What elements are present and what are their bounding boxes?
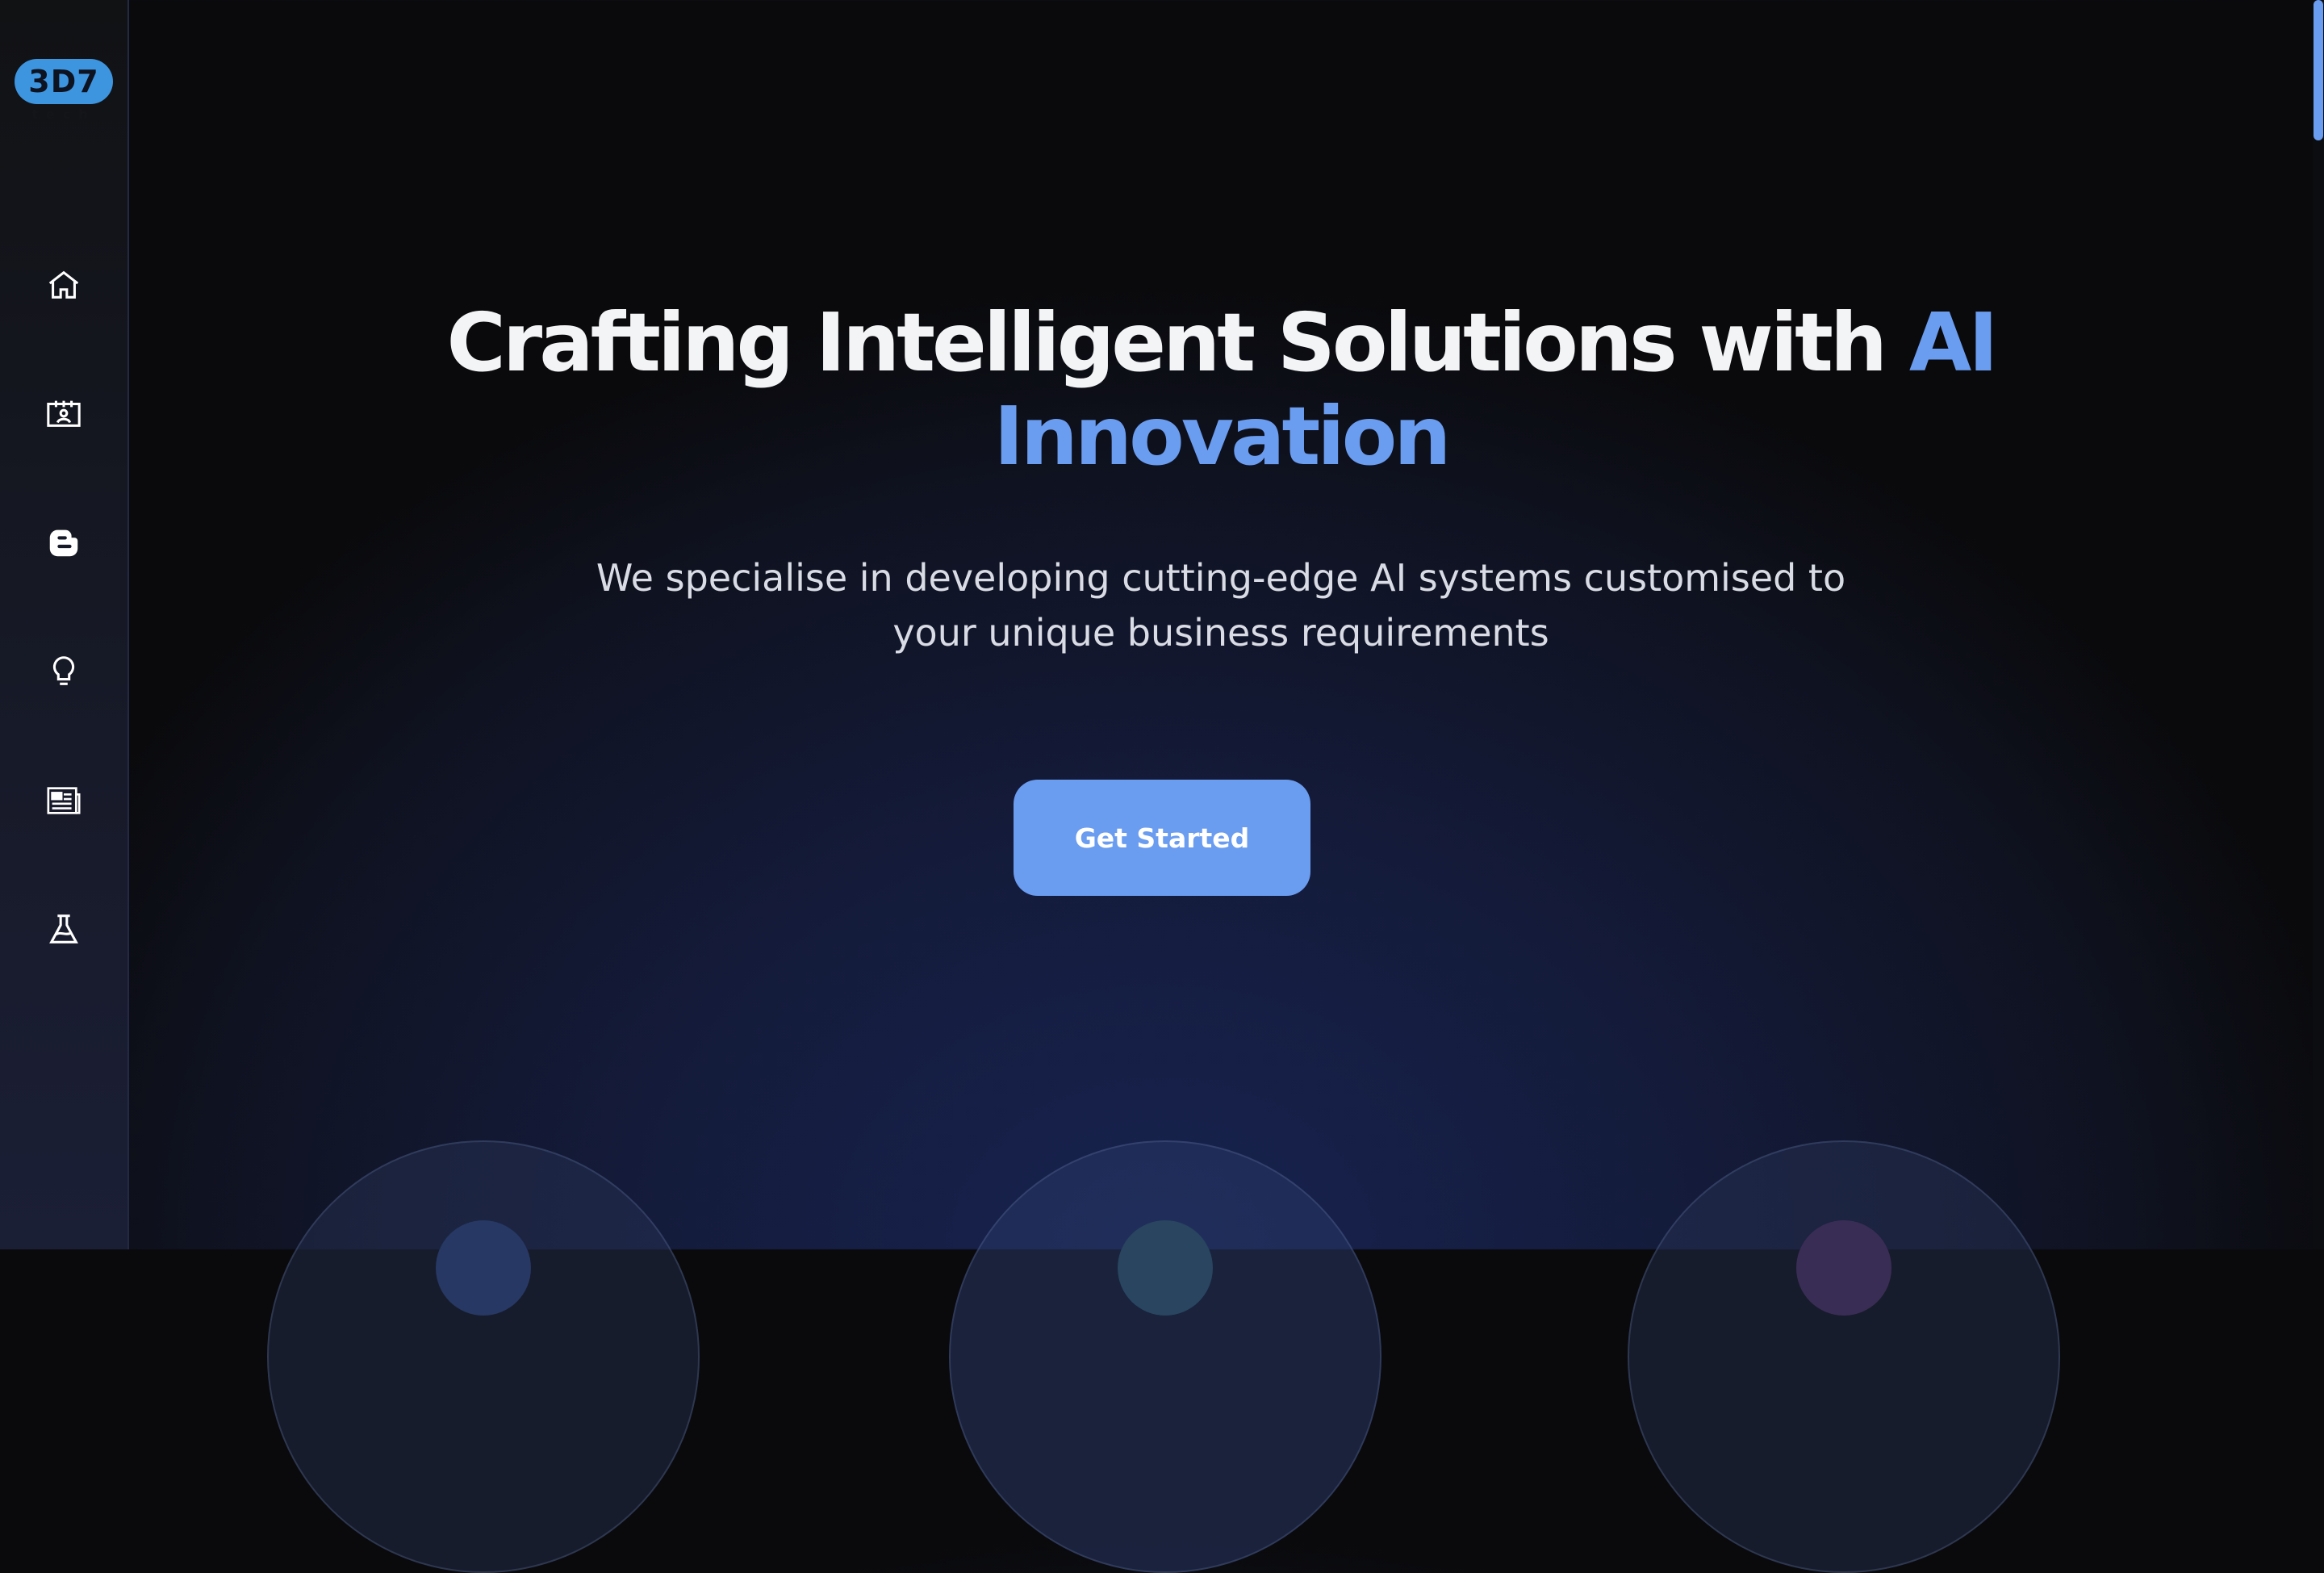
feature-icon-2 [1118, 1220, 1213, 1316]
id-card-icon [47, 400, 81, 427]
hero-title: Crafting Intelligent Solutions with AI In… [446, 295, 1998, 483]
scrollbar[interactable] [2313, 0, 2324, 1249]
sidebar-item-news[interactable] [45, 782, 82, 819]
feature-card-1 [267, 1140, 700, 1573]
feature-card-2 [949, 1140, 1381, 1573]
scrollbar-thumb[interactable] [2314, 0, 2323, 140]
logo-text: 3D7 [28, 64, 99, 99]
sidebar: 3D7 tech [0, 0, 129, 1249]
sidebar-item-home[interactable] [45, 266, 82, 303]
newspaper-icon [47, 787, 81, 814]
sidebar-item-blog[interactable] [45, 524, 82, 561]
lightbulb-icon [52, 656, 75, 685]
hero-subtitle: We specialise in developing cutting-edge… [596, 556, 1846, 655]
feature-icon-3 [1796, 1220, 1891, 1316]
get-started-button[interactable]: Get Started [1014, 780, 1310, 896]
logo-subtext: tech [31, 107, 96, 122]
sidebar-item-ideas[interactable] [45, 653, 82, 690]
sidebar-item-about[interactable] [45, 395, 82, 432]
home-icon [48, 270, 79, 299]
logo[interactable]: 3D7 [15, 59, 113, 104]
flask-icon [49, 914, 78, 943]
feature-icon-1 [436, 1220, 531, 1316]
blogger-icon [49, 529, 78, 557]
sidebar-item-lab[interactable] [45, 911, 82, 948]
feature-card-3 [1628, 1140, 2060, 1573]
